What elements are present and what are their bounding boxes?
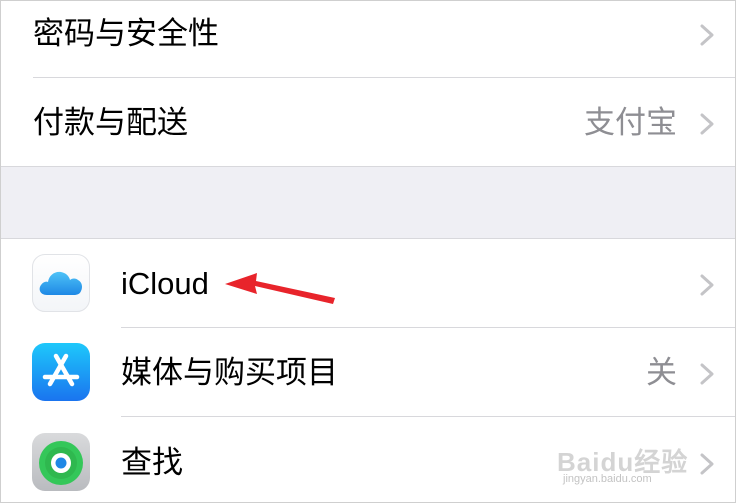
chevron-right-icon [700, 363, 714, 385]
find-my-icon [32, 433, 90, 491]
settings-row-icloud[interactable]: iCloud [1, 239, 735, 327]
settings-row-label: 密码与安全性 [33, 16, 219, 52]
watermark-url: jingyan.baidu.com [563, 473, 652, 485]
icloud-icon [32, 254, 90, 312]
settings-row-media-purchases[interactable]: 媒体与购买项目 关 [1, 328, 735, 416]
settings-row-password-security[interactable]: 密码与安全性 [1, 1, 735, 77]
chevron-right-icon [700, 24, 714, 46]
settings-row-label: 媒体与购买项目 [121, 355, 338, 391]
settings-row-payment-shipping[interactable]: 付款与配送 支付宝 [1, 78, 735, 166]
settings-row-label: 查找 [121, 445, 183, 481]
watermark: Baidu经验 jingyan.baidu.com [557, 442, 707, 488]
chevron-right-icon [700, 113, 714, 135]
settings-screen: 密码与安全性 付款与配送 支付宝 iCloud 媒体与购买项目 关 查找 Bai… [0, 0, 736, 503]
annotation-arrow [225, 273, 335, 304]
settings-row-value: 支付宝 [584, 105, 677, 141]
group-spacer [1, 167, 735, 238]
chevron-right-icon [700, 274, 714, 296]
settings-row-label: 付款与配送 [33, 105, 188, 141]
settings-row-label: iCloud [121, 266, 209, 301]
settings-row-value: 关 [646, 355, 677, 391]
app-store-icon [32, 343, 90, 401]
